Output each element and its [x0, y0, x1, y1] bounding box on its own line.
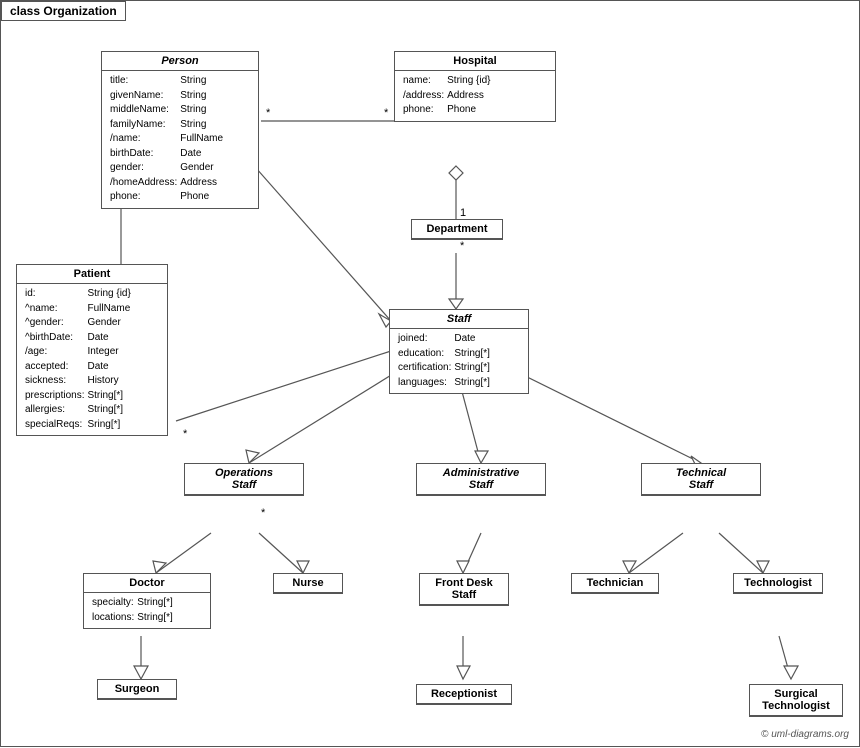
patient-header: Patient [17, 265, 167, 284]
technical-staff-header: TechnicalStaff [642, 464, 760, 495]
technologist-class: Technologist [733, 573, 823, 594]
receptionist-class: Receptionist [416, 684, 512, 705]
nurse-class: Nurse [273, 573, 343, 594]
hospital-body: name:String {id} /address:Address phone:… [395, 71, 555, 121]
front-desk-staff-header: Front DeskStaff [420, 574, 508, 605]
administrative-staff-class: AdministrativeStaff [416, 463, 546, 496]
doctor-header: Doctor [84, 574, 210, 593]
staff-class: Staff joined:Date education:String[*] ce… [389, 309, 529, 394]
hospital-header: Hospital [395, 52, 555, 71]
administrative-staff-header: AdministrativeStaff [417, 464, 545, 495]
surgical-technologist-class: SurgicalTechnologist [749, 684, 843, 717]
svg-text:1: 1 [460, 207, 466, 219]
svg-text:*: * [261, 507, 266, 519]
technician-class: Technician [571, 573, 659, 594]
operations-staff-class: OperationsStaff [184, 463, 304, 496]
diagram-title: class Organization [1, 1, 126, 21]
department-header: Department [412, 220, 502, 239]
copyright: © uml-diagrams.org [761, 729, 849, 740]
technologist-header: Technologist [734, 574, 822, 593]
receptionist-header: Receptionist [417, 685, 511, 704]
svg-text:*: * [266, 107, 271, 119]
patient-class: Patient id:String {id} ^name:FullName ^g… [16, 264, 168, 436]
surgeon-class: Surgeon [97, 679, 177, 700]
doctor-class: Doctor specialty:String[*] locations:Str… [83, 573, 211, 629]
technician-header: Technician [572, 574, 658, 593]
person-body: title:String givenName:String middleName… [102, 71, 258, 208]
person-header: Person [102, 52, 258, 71]
staff-body: joined:Date education:String[*] certific… [390, 329, 528, 393]
svg-text:*: * [384, 107, 389, 119]
surgical-technologist-header: SurgicalTechnologist [750, 685, 842, 716]
front-desk-staff-class: Front DeskStaff [419, 573, 509, 606]
technical-staff-class: TechnicalStaff [641, 463, 761, 496]
diagram-container: class Organization * * 1 * [0, 0, 860, 747]
svg-text:*: * [460, 240, 465, 252]
staff-header: Staff [390, 310, 528, 329]
nurse-header: Nurse [274, 574, 342, 593]
doctor-body: specialty:String[*] locations:String[*] [84, 593, 210, 628]
operations-staff-header: OperationsStaff [185, 464, 303, 495]
hospital-class: Hospital name:String {id} /address:Addre… [394, 51, 556, 122]
svg-text:*: * [183, 428, 188, 440]
patient-body: id:String {id} ^name:FullName ^gender:Ge… [17, 284, 167, 435]
surgeon-header: Surgeon [98, 680, 176, 699]
department-class: Department [411, 219, 503, 240]
person-class: Person title:String givenName:String mid… [101, 51, 259, 209]
